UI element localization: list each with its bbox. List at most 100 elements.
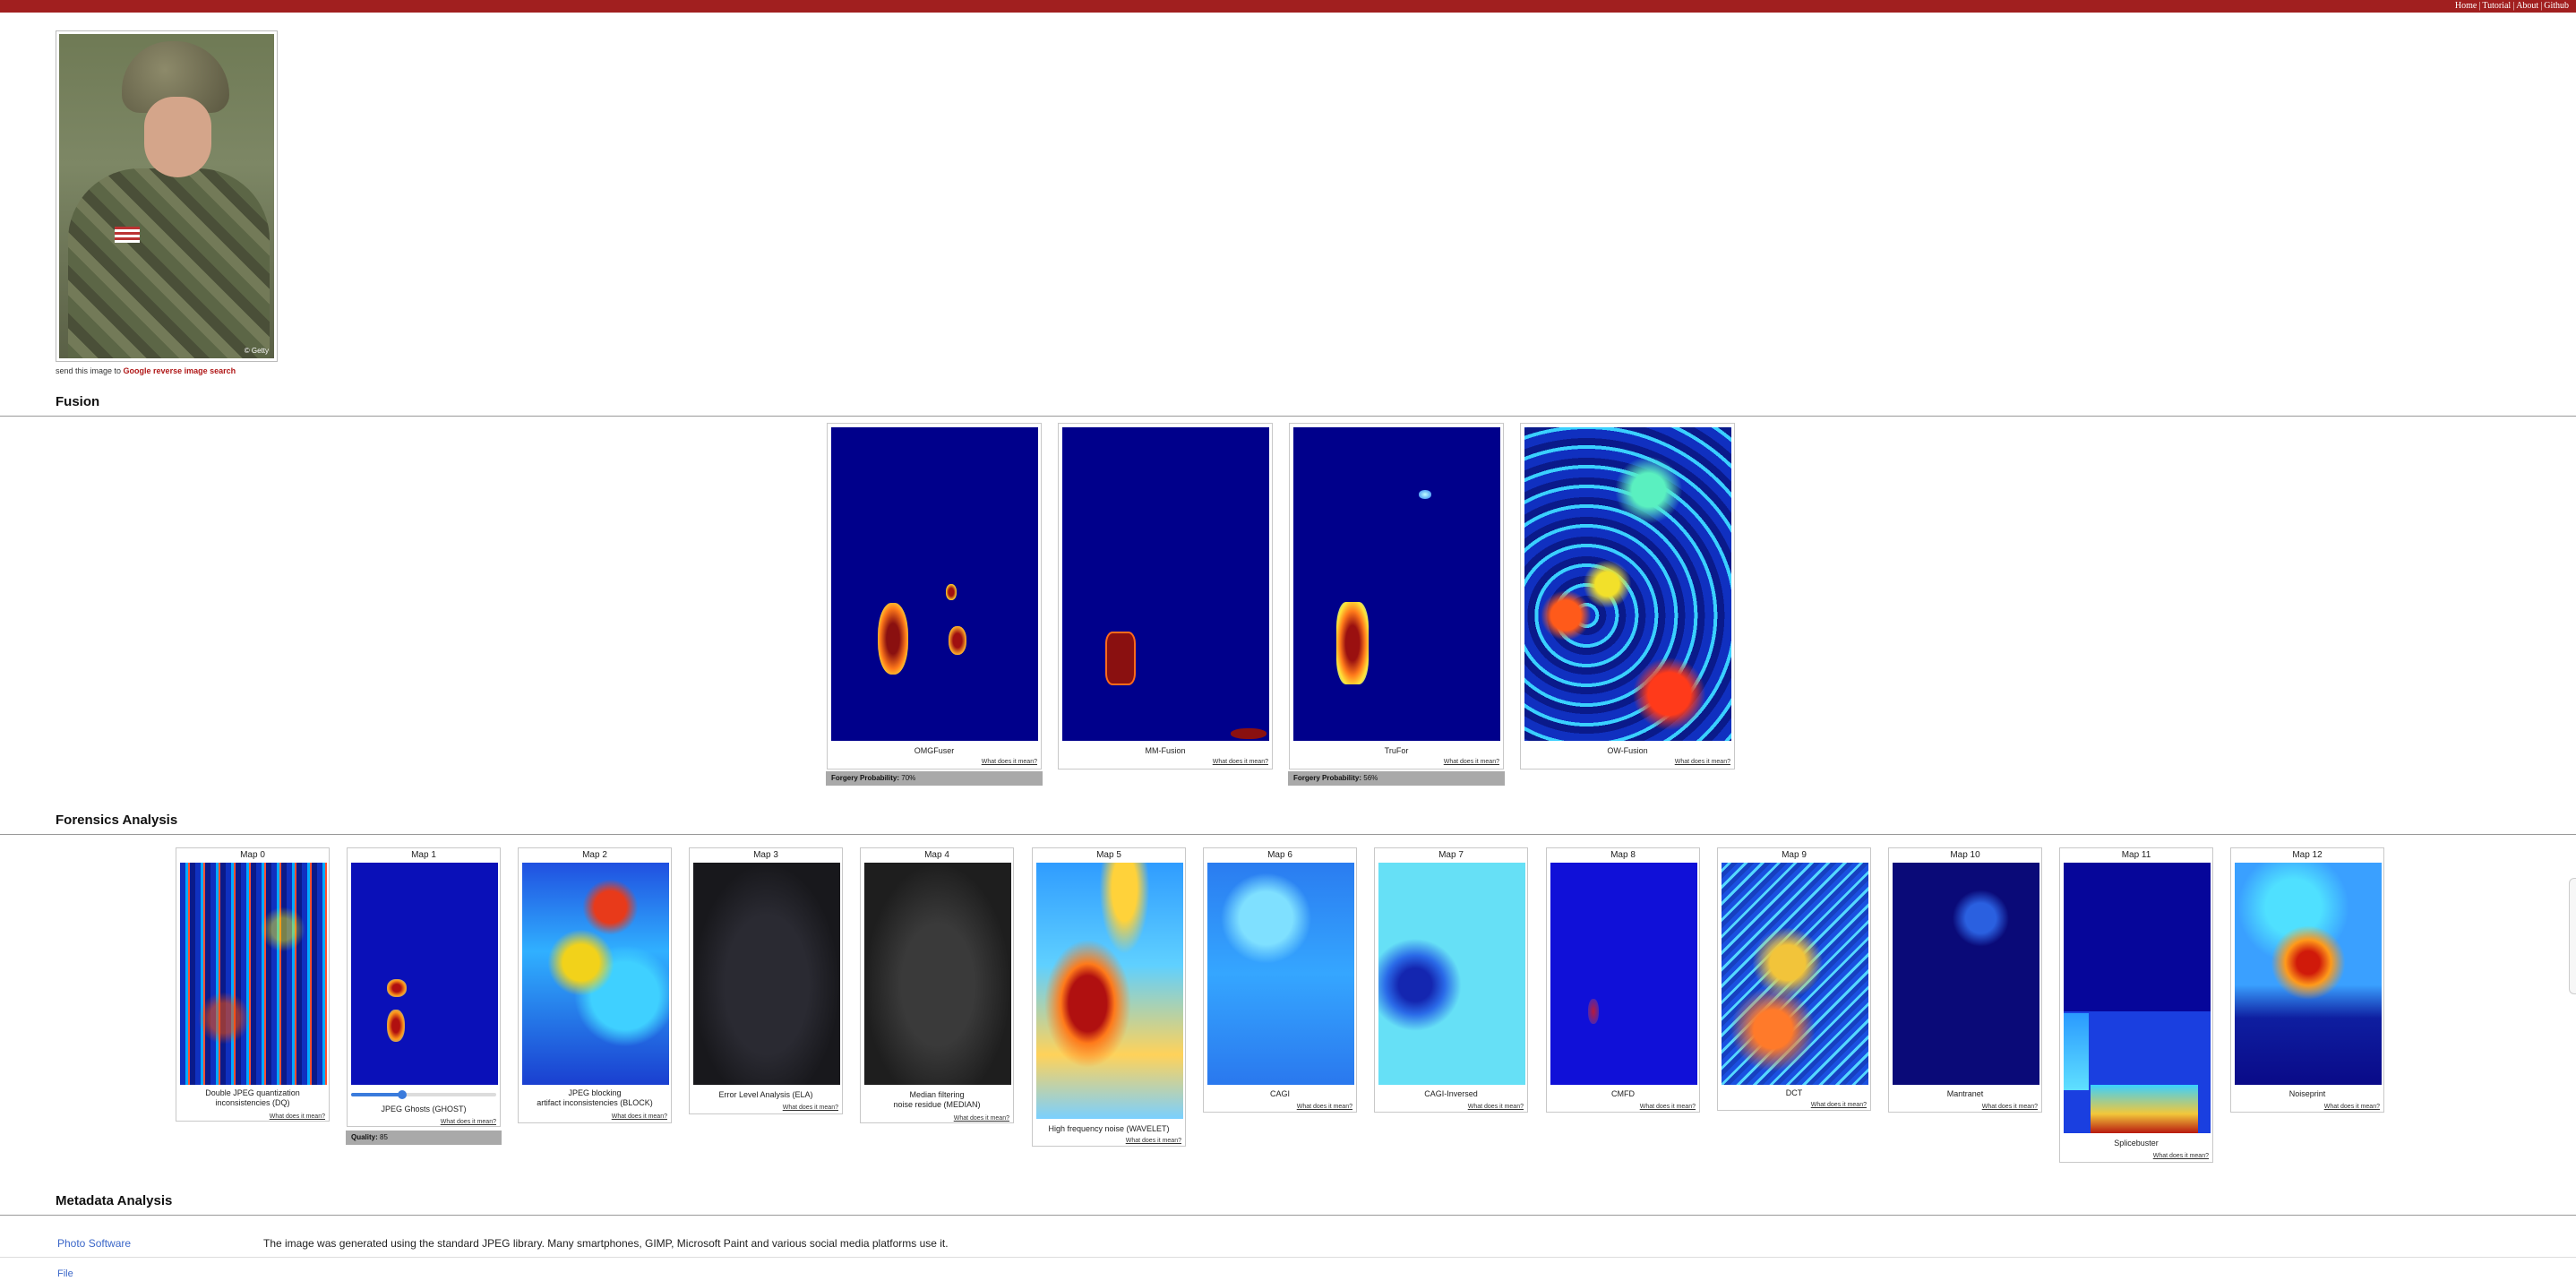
trufor-hotspot <box>1419 490 1431 499</box>
analyzed-image[interactable]: © Getty <box>56 30 278 362</box>
map-5-heatmap[interactable] <box>1036 863 1183 1119</box>
owfusion-heatmap[interactable] <box>1524 427 1731 741</box>
map-9-card: Map 9 DCT What does it mean? <box>1717 847 1871 1111</box>
nav-tutorial-link[interactable]: Tutorial <box>2482 1 2511 11</box>
map-1-help-link[interactable]: What does it mean? <box>441 1119 496 1125</box>
trufor-help-link[interactable]: What does it mean? <box>1444 759 1499 765</box>
map-2-help-link[interactable]: What does it mean? <box>612 1113 667 1120</box>
meta-row-divider <box>0 1257 2576 1258</box>
map-1-card: Map 1 JPEG Ghosts (GHOST) What does it m… <box>347 847 501 1127</box>
probability-label: Forgery Probability: <box>831 774 900 782</box>
forensics-title: Forensics Analysis <box>56 812 178 828</box>
map-12-help-link[interactable]: What does it mean? <box>2324 1104 2380 1110</box>
nav-home-link[interactable]: Home <box>2455 1 2477 11</box>
quality-slider-knob[interactable] <box>397 1090 407 1099</box>
fusion-card-omgfuser: OMGFuser What does it mean? <box>827 423 1042 769</box>
map-7-caption: CAGI-Inversed <box>1424 1089 1478 1098</box>
map-0-heatmap[interactable] <box>180 863 327 1085</box>
quality-slider-fill <box>351 1093 402 1096</box>
quality-label: Quality: <box>351 1133 378 1141</box>
map-5-label: Map 5 <box>1096 850 1121 860</box>
map-9-caption: DCT <box>1785 1088 1803 1097</box>
photo-watermark: © Getty <box>244 347 269 355</box>
map-10-heatmap[interactable] <box>1893 863 2039 1085</box>
quality-slider[interactable] <box>351 1090 496 1099</box>
map-1-heatmap[interactable] <box>351 863 498 1085</box>
omgfuser-help-link[interactable]: What does it mean? <box>982 759 1037 765</box>
map-11-region <box>2091 1085 2198 1133</box>
map-12-caption: Noiseprint <box>2288 1089 2326 1098</box>
top-nav: Home | Tutorial | About | Github <box>2455 1 2569 11</box>
trufor-probability: Forgery Probability: 56% <box>1288 771 1505 786</box>
map-8-heatmap[interactable] <box>1550 863 1697 1085</box>
nav-github-link[interactable]: Github <box>2544 1 2569 11</box>
map-0-label: Map 0 <box>240 850 265 860</box>
meta-photo-software-label[interactable]: Photo Software <box>57 1237 131 1250</box>
top-bar <box>0 0 2576 13</box>
map-9-help-link[interactable]: What does it mean? <box>1811 1102 1867 1108</box>
omgfuser-hotspot <box>946 584 957 600</box>
mmfusion-heatmap[interactable] <box>1062 427 1269 741</box>
map-1-hotspot <box>387 979 407 997</box>
map-6-caption: CAGI <box>1269 1089 1290 1098</box>
map-4-caption: Median filtering noise residue (MEDIAN) <box>893 1090 981 1109</box>
fusion-card-mmfusion: MM-Fusion What does it mean? <box>1058 423 1273 769</box>
map-8-label: Map 8 <box>1610 850 1636 860</box>
map-2-caption: JPEG blocking artifact inconsistencies (… <box>537 1088 653 1107</box>
photo-body-shape <box>68 168 270 358</box>
omgfuser-probability: Forgery Probability: 70% <box>826 771 1043 786</box>
map-6-heatmap[interactable] <box>1207 863 1354 1085</box>
trufor-heatmap[interactable] <box>1293 427 1500 741</box>
owfusion-help-link[interactable]: What does it mean? <box>1675 759 1730 765</box>
fusion-card-trufor: TruFor What does it mean? <box>1289 423 1504 769</box>
fusion-title: Fusion <box>56 394 100 409</box>
omgfuser-hotspot <box>878 603 908 675</box>
map-7-label: Map 7 <box>1438 850 1464 860</box>
map-12-label: Map 12 <box>2292 850 2323 860</box>
map-11-region <box>2064 1013 2089 1090</box>
map-4-help-link[interactable]: What does it mean? <box>954 1115 1009 1122</box>
map-11-help-link[interactable]: What does it mean? <box>2153 1153 2209 1159</box>
mmfusion-hotspot <box>1231 728 1267 739</box>
map-3-label: Map 3 <box>753 850 778 860</box>
map-1-label: Map 1 <box>411 850 436 860</box>
trufor-label: TruFor <box>1384 746 1409 755</box>
map-0-help-link[interactable]: What does it mean? <box>270 1113 325 1120</box>
map-12-heatmap[interactable] <box>2235 863 2382 1085</box>
map-10-card: Map 10 Mantranet What does it mean? <box>1888 847 2042 1113</box>
map-1-hotspot <box>387 1010 405 1042</box>
meta-photo-software-value: The image was generated using the standa… <box>263 1237 949 1250</box>
mmfusion-help-link[interactable]: What does it mean? <box>1213 759 1268 765</box>
map-7-heatmap[interactable] <box>1378 863 1525 1085</box>
metadata-divider <box>0 1215 2576 1216</box>
map-7-card: Map 7 CAGI-Inversed What does it mean? <box>1374 847 1528 1113</box>
map-10-help-link[interactable]: What does it mean? <box>1982 1104 2038 1110</box>
quality-value: Quality: 85 <box>346 1131 502 1145</box>
map-11-heatmap[interactable] <box>2064 863 2211 1133</box>
map-5-help-link[interactable]: What does it mean? <box>1126 1138 1181 1144</box>
probability-label: Forgery Probability: <box>1293 774 1362 782</box>
reverse-search-line: send this image to Google reverse image … <box>56 366 236 375</box>
nav-about-link[interactable]: About <box>2516 1 2538 11</box>
google-reverse-search-link[interactable]: Google reverse image search <box>124 366 236 375</box>
side-panel-tab[interactable] <box>2569 878 2576 994</box>
meta-file-label[interactable]: File <box>57 1268 73 1279</box>
fusion-card-owfusion: OW-Fusion What does it mean? <box>1520 423 1735 769</box>
map-2-heatmap[interactable] <box>522 863 669 1085</box>
map-3-help-link[interactable]: What does it mean? <box>783 1105 838 1111</box>
map-4-label: Map 4 <box>924 850 949 860</box>
map-10-caption: Mantranet <box>1946 1089 1984 1098</box>
map-6-help-link[interactable]: What does it mean? <box>1297 1104 1352 1110</box>
map-8-caption: CMFD <box>1611 1089 1635 1098</box>
fusion-divider <box>0 416 2576 417</box>
omgfuser-heatmap[interactable] <box>831 427 1038 741</box>
map-8-help-link[interactable]: What does it mean? <box>1640 1104 1696 1110</box>
map-6-card: Map 6 CAGI What does it mean? <box>1203 847 1357 1113</box>
map-4-heatmap[interactable] <box>864 863 1011 1085</box>
map-6-label: Map 6 <box>1267 850 1292 860</box>
soldier-photo: © Getty <box>59 34 274 358</box>
map-12-card: Map 12 Noiseprint What does it mean? <box>2230 847 2384 1113</box>
map-3-heatmap[interactable] <box>693 863 840 1085</box>
map-7-help-link[interactable]: What does it mean? <box>1468 1104 1524 1110</box>
map-9-heatmap[interactable] <box>1722 863 1868 1085</box>
